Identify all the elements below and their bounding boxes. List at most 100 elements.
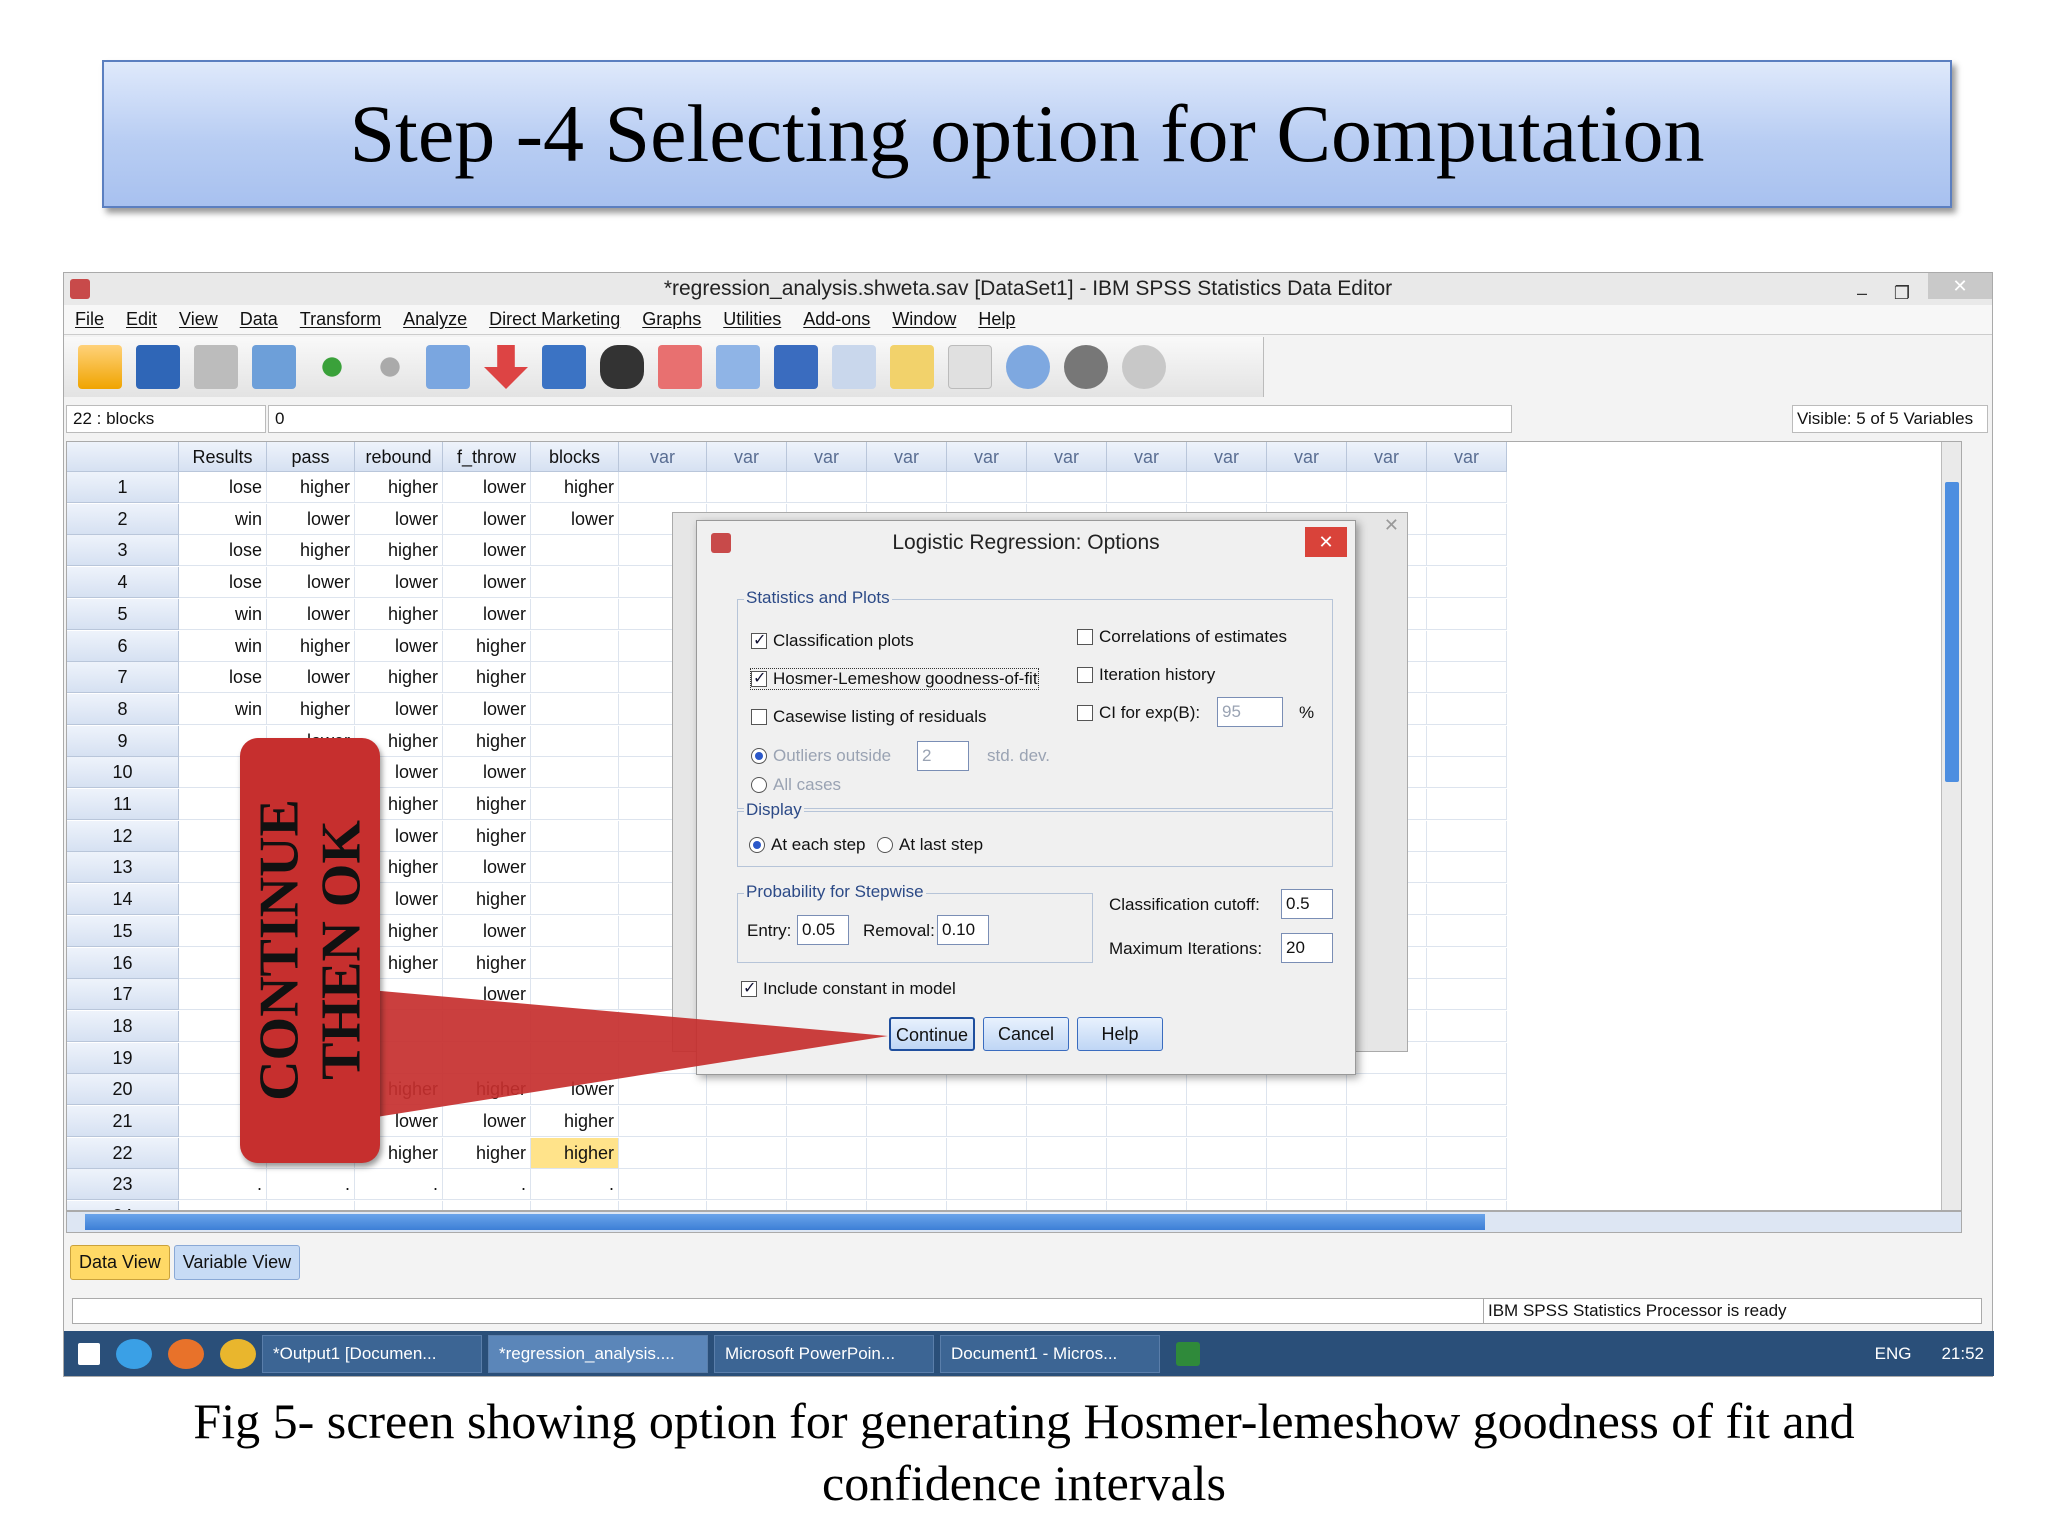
data-cell[interactable] — [619, 1169, 707, 1201]
continue-button[interactable]: Continue — [889, 1017, 975, 1051]
start-icon[interactable] — [78, 1342, 100, 1365]
data-cell[interactable]: lower — [443, 852, 531, 884]
data-cell[interactable] — [787, 1106, 867, 1137]
column-header-var-3[interactable]: var — [787, 442, 867, 472]
row-number[interactable]: 9 — [67, 725, 179, 757]
data-cell[interactable] — [787, 1169, 867, 1201]
data-cell[interactable] — [1427, 1201, 1507, 1210]
data-cell[interactable] — [619, 1137, 707, 1169]
menu-add-ons[interactable]: Add-ons — [792, 309, 881, 330]
horizontal-scroll-thumb[interactable] — [85, 1214, 1485, 1230]
row-number[interactable]: 21 — [67, 1106, 179, 1137]
data-cell[interactable] — [531, 1010, 619, 1042]
at-last-step-option[interactable]: At last step — [877, 835, 983, 855]
data-cell[interactable] — [1427, 1010, 1507, 1042]
menu-edit[interactable]: Edit — [115, 309, 168, 330]
data-cell[interactable] — [787, 472, 867, 503]
data-cell[interactable] — [1347, 1201, 1427, 1210]
data-cell[interactable] — [947, 1201, 1027, 1210]
column-header-var-8[interactable]: var — [1187, 442, 1267, 472]
data-cell[interactable]: lower — [267, 567, 355, 599]
data-cell[interactable] — [1027, 1074, 1107, 1106]
undo-icon[interactable] — [310, 345, 354, 389]
data-cell[interactable] — [1187, 472, 1267, 503]
find-icon[interactable] — [600, 345, 644, 389]
data-cell[interactable]: higher — [267, 630, 355, 662]
data-cell[interactable] — [531, 884, 619, 916]
data-cell[interactable]: higher — [443, 1074, 531, 1106]
show-all-variables-icon[interactable] — [1064, 345, 1108, 389]
data-cell[interactable] — [867, 1169, 947, 1201]
insert-cases-icon[interactable] — [658, 345, 702, 389]
dialog-close-button[interactable]: ✕ — [1305, 527, 1347, 557]
menu-graphs[interactable]: Graphs — [631, 309, 712, 330]
data-cell[interactable]: higher — [443, 1137, 531, 1169]
column-header-var-9[interactable]: var — [1267, 442, 1347, 472]
data-cell[interactable]: higher — [443, 947, 531, 979]
data-cell[interactable] — [1427, 979, 1507, 1011]
data-cell[interactable] — [1187, 1169, 1267, 1201]
menu-data[interactable]: Data — [229, 309, 289, 330]
row-number[interactable]: 24 — [67, 1201, 179, 1210]
data-cell[interactable]: lower — [443, 503, 531, 535]
menu-transform[interactable]: Transform — [289, 309, 392, 330]
print-icon[interactable] — [194, 345, 238, 389]
data-cell[interactable]: . — [531, 1169, 619, 1201]
row-number[interactable]: 10 — [67, 757, 179, 789]
data-cell[interactable]: . — [443, 1169, 531, 1201]
weight-cases-icon[interactable] — [832, 345, 876, 389]
correlations-checkbox[interactable] — [1077, 629, 1093, 645]
data-cell[interactable]: win — [179, 503, 267, 535]
maximum-iterations-field[interactable]: 20 — [1281, 933, 1333, 963]
data-cell[interactable]: . — [355, 1169, 443, 1201]
casewise-checkbox[interactable] — [751, 709, 767, 725]
recall-dialog-icon[interactable] — [252, 345, 296, 389]
data-cell[interactable] — [1347, 472, 1427, 503]
data-cell[interactable] — [947, 472, 1027, 503]
include-constant-checkbox[interactable] — [741, 978, 757, 998]
row-number[interactable]: 1 — [67, 472, 179, 503]
row-number[interactable]: 13 — [67, 852, 179, 884]
data-cell[interactable]: lower — [443, 757, 531, 789]
select-cases-icon[interactable] — [890, 345, 934, 389]
data-cell[interactable] — [1347, 1137, 1427, 1169]
value-labels-icon[interactable] — [948, 345, 992, 389]
data-cell[interactable] — [1187, 1106, 1267, 1137]
data-cell[interactable] — [1427, 884, 1507, 916]
spell-check-icon[interactable] — [1122, 345, 1166, 389]
data-cell[interactable] — [531, 598, 619, 630]
data-cell[interactable]: lower — [267, 598, 355, 630]
row-number[interactable]: 11 — [67, 789, 179, 820]
data-cell[interactable] — [1267, 1106, 1347, 1137]
column-header-var-11[interactable]: var — [1427, 442, 1507, 472]
data-cell[interactable] — [947, 1074, 1027, 1106]
data-cell[interactable] — [1027, 1137, 1107, 1169]
redo-icon[interactable] — [368, 345, 412, 389]
data-cell[interactable] — [1427, 630, 1507, 662]
data-cell[interactable] — [443, 1201, 531, 1210]
data-cell[interactable] — [531, 852, 619, 884]
classification-plots-option[interactable]: Classification plots — [751, 630, 914, 651]
row-number[interactable]: 23 — [67, 1169, 179, 1201]
ci-exp-b-checkbox[interactable] — [1077, 705, 1093, 721]
data-cell[interactable]: lose — [179, 662, 267, 694]
column-header-Results[interactable]: Results — [179, 442, 267, 472]
row-number[interactable]: 12 — [67, 820, 179, 852]
data-cell[interactable] — [1267, 472, 1347, 503]
data-cell[interactable] — [1347, 1106, 1427, 1137]
taskbar-item-data-editor[interactable]: *regression_analysis.... — [488, 1334, 708, 1373]
column-header-var-4[interactable]: var — [867, 442, 947, 472]
data-cell[interactable]: lower — [443, 567, 531, 599]
data-cell[interactable] — [1427, 1169, 1507, 1201]
data-cell[interactable] — [443, 1010, 531, 1042]
goto-case-icon[interactable] — [426, 345, 470, 389]
data-cell[interactable] — [531, 1201, 619, 1210]
data-cell[interactable] — [787, 1074, 867, 1106]
data-cell[interactable] — [787, 1201, 867, 1210]
data-cell[interactable]: higher — [267, 535, 355, 567]
use-sets-icon[interactable] — [1006, 345, 1050, 389]
data-cell[interactable] — [707, 472, 787, 503]
classification-cutoff-field[interactable]: 0.5 — [1281, 889, 1333, 919]
row-number[interactable]: 5 — [67, 598, 179, 630]
menu-utilities[interactable]: Utilities — [712, 309, 792, 330]
